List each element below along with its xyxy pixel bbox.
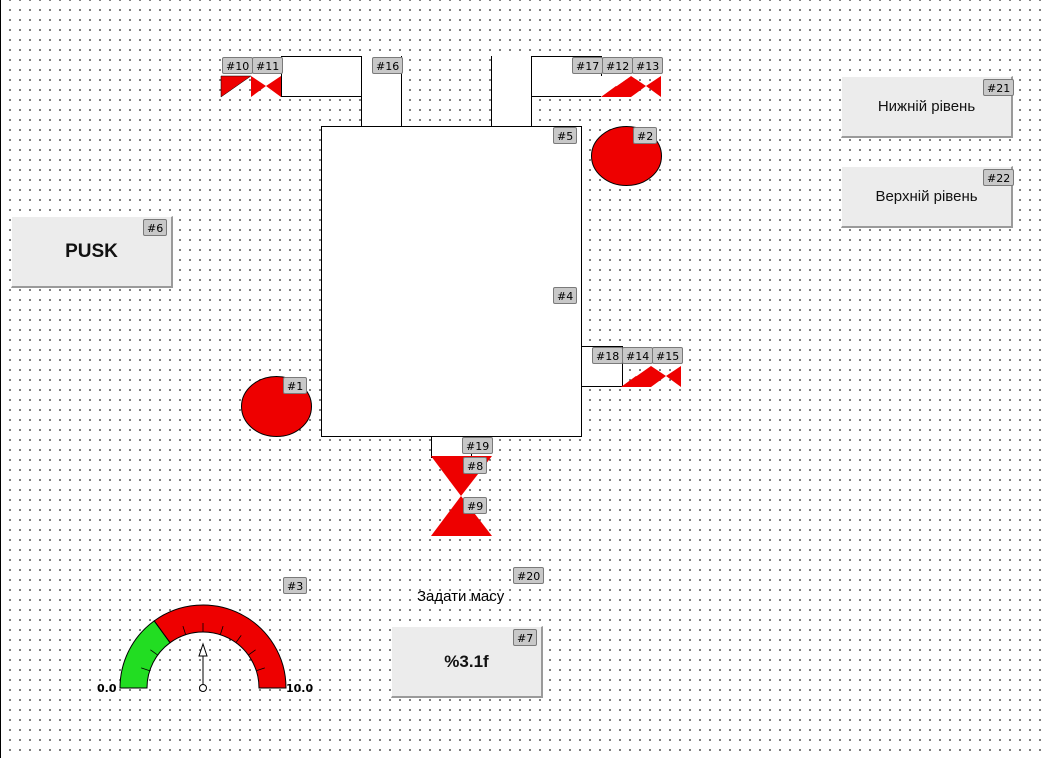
tag-20: #20 xyxy=(513,567,545,584)
tank xyxy=(321,126,582,437)
valve-15-icon[interactable] xyxy=(651,366,681,387)
tag-19: #19 xyxy=(462,437,494,454)
gauge-max-label: 10.0 xyxy=(286,682,314,695)
set-mass-label: Задати масу xyxy=(417,588,505,605)
upper-level-button-label: Верхній рівень xyxy=(875,188,978,205)
gauge-red-band xyxy=(153,604,287,689)
tag-21: #21 xyxy=(983,79,1015,96)
tag-5: #5 xyxy=(553,127,578,144)
tag-1: #1 xyxy=(283,377,308,394)
tag-7: #7 xyxy=(513,629,538,646)
tag-6: #6 xyxy=(143,219,168,236)
pusk-button-label: PUSK xyxy=(65,240,118,262)
lower-level-button-label: Нижній рівень xyxy=(877,98,976,115)
valve-14-icon[interactable] xyxy=(621,366,651,387)
tag-2: #2 xyxy=(633,127,658,144)
pipe-17-joint xyxy=(492,57,531,97)
tag-22: #22 xyxy=(983,169,1015,186)
gauge-min-label: 0.0 xyxy=(97,682,117,695)
valve-10-icon[interactable] xyxy=(220,75,252,98)
tag-10: #10 xyxy=(222,57,254,74)
tag-15: #15 xyxy=(652,347,684,364)
tag-17: #17 xyxy=(572,57,604,74)
valve-13-icon[interactable] xyxy=(631,76,661,97)
gauge-hub xyxy=(199,684,207,692)
tag-18: #18 xyxy=(592,347,624,364)
mass-value-label: %3.1f xyxy=(444,651,489,671)
valve-11-icon[interactable] xyxy=(251,76,281,97)
tag-14: #14 xyxy=(622,347,654,364)
valve-12-icon[interactable] xyxy=(601,76,631,97)
gauge-needle-arrow xyxy=(198,642,208,657)
tag-4: #4 xyxy=(553,287,578,304)
tag-11: #11 xyxy=(252,57,284,74)
tag-13: #13 xyxy=(632,57,664,74)
canvas-left-border xyxy=(0,0,1,758)
tag-3: #3 xyxy=(283,577,308,594)
gauge xyxy=(119,604,287,692)
tag-9: #9 xyxy=(463,497,488,514)
tag-16: #16 xyxy=(372,57,404,74)
tag-8: #8 xyxy=(463,457,488,474)
tag-12: #12 xyxy=(602,57,634,74)
